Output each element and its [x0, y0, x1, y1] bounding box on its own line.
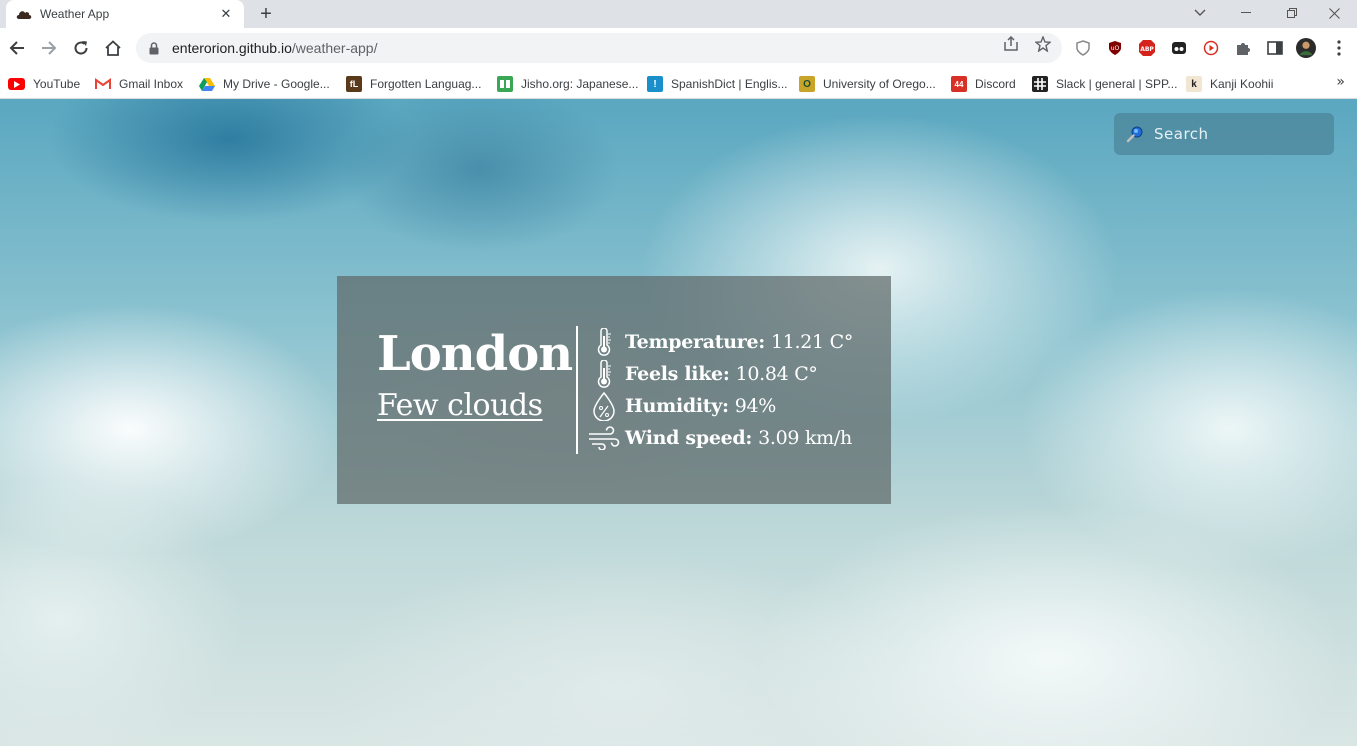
search-icon: [1126, 125, 1144, 143]
bookmark-university-oregon[interactable]: O University of Orego...: [799, 73, 936, 95]
weather-description: Few clouds: [377, 388, 543, 423]
bookmark-spanishdict[interactable]: ! SpanishDict | Englis...: [647, 73, 788, 95]
humidity-label: Humidity:: [625, 395, 729, 417]
bookmarks-bar: YouTube Gmail Inbox My Drive - Google...…: [0, 68, 1357, 99]
humidity-drop-icon: [587, 391, 621, 421]
extensions-puzzle-icon[interactable]: [1233, 38, 1253, 58]
search-input[interactable]: [1154, 125, 1324, 143]
reload-button[interactable]: [69, 36, 93, 60]
forward-button[interactable]: [37, 36, 61, 60]
bookmark-star-icon[interactable]: [1034, 35, 1052, 53]
close-window-icon[interactable]: [1311, 0, 1357, 26]
back-button[interactable]: [5, 36, 29, 60]
bookmark-discord[interactable]: 44 Discord: [951, 73, 1016, 95]
tab-search-icon[interactable]: [1177, 0, 1223, 26]
extension-glasses-icon[interactable]: [1169, 38, 1189, 58]
spanishdict-icon: !: [647, 76, 663, 92]
svg-text:uO: uO: [1111, 45, 1120, 52]
browser-menu-icon[interactable]: [1329, 38, 1349, 58]
wind-icon: [587, 423, 621, 453]
tab-close-icon[interactable]: ✕: [218, 6, 234, 22]
gmail-icon: [95, 76, 111, 92]
search-box[interactable]: [1114, 113, 1334, 155]
minimize-icon[interactable]: [1223, 0, 1269, 26]
ublock-icon[interactable]: uO: [1105, 38, 1125, 58]
wind-speed-label: Wind speed:: [625, 427, 753, 449]
discord-icon: 44: [951, 76, 967, 92]
temperature-label: Temperature:: [625, 331, 765, 353]
extension-play-icon[interactable]: [1201, 38, 1221, 58]
profile-avatar-icon[interactable]: [1296, 38, 1316, 58]
thermometer-icon: [587, 359, 621, 389]
restore-icon[interactable]: [1269, 0, 1315, 26]
bookmark-kanji-koohii[interactable]: k Kanji Koohii: [1186, 73, 1273, 95]
stat-feels-like: Feels like: 10.84 C°: [587, 358, 853, 390]
tab-strip: Weather App ✕ +: [0, 0, 1357, 28]
bookmark-forgotten-languages[interactable]: fL Forgotten Languag...: [346, 73, 481, 95]
bookmark-jisho[interactable]: Jisho.org: Japanese...: [497, 73, 638, 95]
sky-background: London Few clouds Temperature: 11.21 C° …: [0, 99, 1357, 746]
privacy-badger-icon[interactable]: [1073, 38, 1093, 58]
new-tab-button[interactable]: +: [254, 2, 278, 26]
uo-icon: O: [799, 76, 815, 92]
share-icon[interactable]: [1002, 35, 1020, 53]
stat-humidity: Humidity: 94%: [587, 390, 853, 422]
weather-stats: Temperature: 11.21 C° Feels like: 10.84 …: [587, 326, 853, 454]
browser-tab[interactable]: Weather App ✕: [6, 0, 244, 28]
bookmark-slack[interactable]: Slack | general | SPP...: [1032, 73, 1177, 95]
home-button[interactable]: [101, 36, 125, 60]
address-bar[interactable]: enterorion.github.io/weather-app/: [136, 33, 1062, 63]
city-name: London: [377, 326, 573, 382]
feels-like-value: 10.84 C°: [735, 363, 818, 385]
cloud-favicon-icon: [16, 6, 32, 22]
weather-card: London Few clouds Temperature: 11.21 C° …: [337, 276, 891, 504]
temperature-value: 11.21 C°: [770, 331, 854, 353]
adblock-plus-icon[interactable]: ABP: [1137, 38, 1157, 58]
jisho-icon: [497, 76, 513, 92]
side-panel-icon[interactable]: [1265, 38, 1285, 58]
bookmark-drive[interactable]: My Drive - Google...: [199, 73, 330, 95]
drive-icon: [199, 76, 215, 92]
wind-speed-value: 3.09 km/h: [758, 427, 852, 449]
stat-temperature: Temperature: 11.21 C°: [587, 326, 853, 358]
humidity-value: 94%: [734, 395, 777, 417]
slack-icon: [1032, 76, 1048, 92]
stat-wind-speed: Wind speed: 3.09 km/h: [587, 422, 853, 454]
bookmarks-overflow-button[interactable]: »: [1336, 74, 1345, 90]
feels-like-label: Feels like:: [625, 363, 730, 385]
browser-toolbar: enterorion.github.io/weather-app/ uO ABP: [0, 28, 1357, 68]
koohii-icon: k: [1186, 76, 1202, 92]
bookmark-gmail[interactable]: Gmail Inbox: [95, 73, 183, 95]
thermometer-icon: [587, 327, 621, 357]
svg-text:ABP: ABP: [1140, 46, 1154, 53]
tab-title: Weather App: [40, 7, 110, 21]
url-text[interactable]: enterorion.github.io/weather-app/: [172, 40, 377, 56]
fl-icon: fL: [346, 76, 362, 92]
bookmark-youtube[interactable]: YouTube: [8, 73, 80, 95]
card-divider: [576, 326, 578, 454]
lock-icon[interactable]: [146, 40, 162, 56]
youtube-icon: [8, 78, 25, 90]
